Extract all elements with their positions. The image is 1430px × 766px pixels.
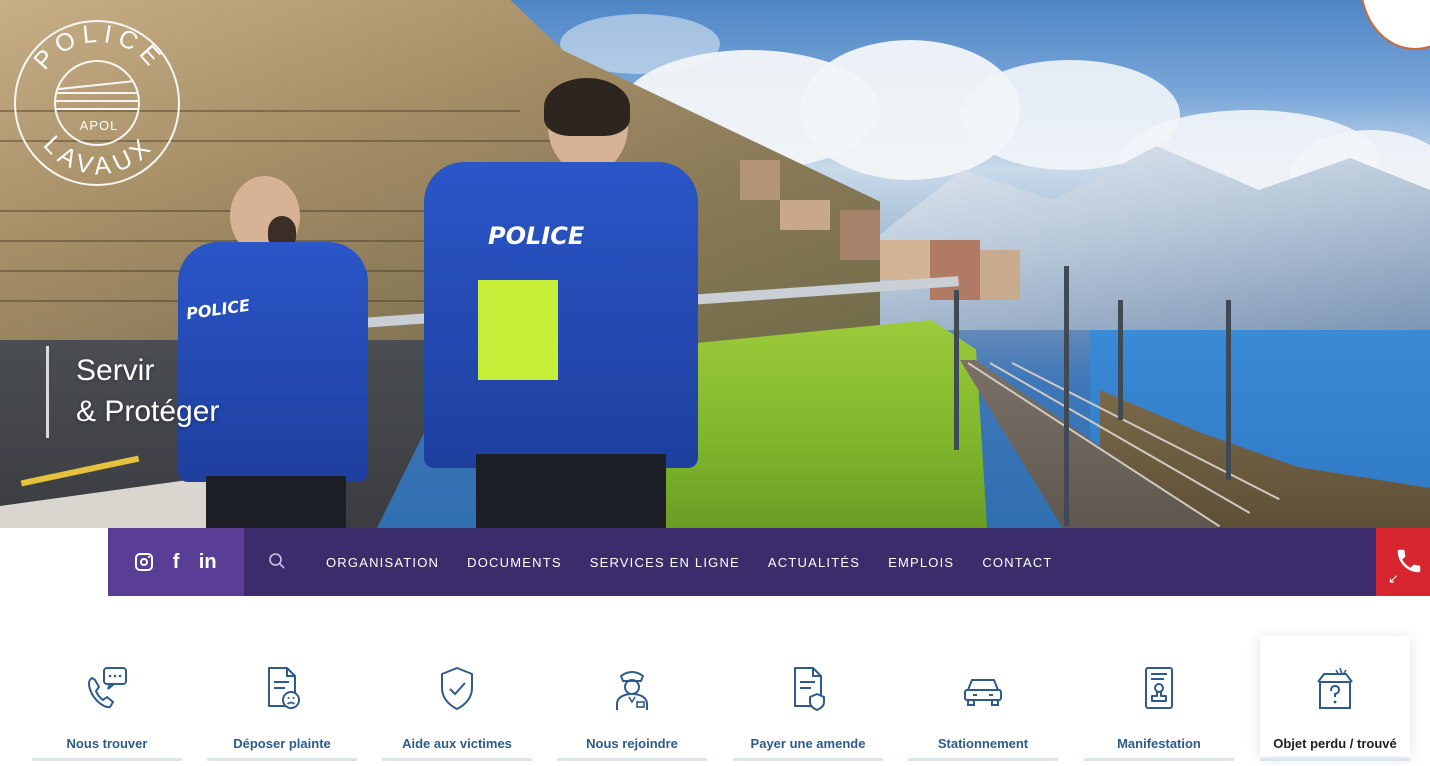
quick-link-label: Aide aux victimes — [402, 736, 512, 751]
quick-link-label: Nous trouver — [66, 736, 148, 751]
quick-link-underline — [1084, 758, 1234, 761]
lost-box-icon — [1317, 667, 1353, 709]
logo-apol: APOL — [79, 118, 119, 133]
quick-link-aide-aux-victimes[interactable]: Aide aux victimes — [382, 636, 532, 761]
complaint-document-icon — [268, 667, 300, 709]
nav-services-en-ligne[interactable]: SERVICES EN LIGNE — [590, 555, 740, 570]
quick-link-deposer-plainte[interactable]: Déposer plainte — [207, 636, 357, 761]
search-icon[interactable] — [268, 552, 286, 570]
nav-contact[interactable]: CONTACT — [982, 555, 1052, 570]
main-navigation: f in ORGANISATION DOCUMENTS SERVICES EN … — [108, 528, 1376, 596]
phone-chat-icon — [88, 667, 127, 709]
slogan-line2: & Protéger — [76, 395, 220, 428]
quick-link-underline — [382, 758, 532, 761]
linkedin-icon[interactable]: in — [199, 551, 217, 574]
officer-right-label: POLICE — [488, 222, 585, 250]
facebook-icon[interactable]: f — [173, 551, 180, 574]
hero-banner: POLICE POLICE Servir & Protéger — [0, 0, 1430, 528]
nav-actualites[interactable]: ACTUALITÉS — [768, 555, 860, 570]
document-shield-icon — [794, 667, 825, 711]
quick-link-underline — [557, 758, 707, 761]
officer-left: POLICE — [178, 176, 378, 528]
slogan-bar — [46, 346, 49, 438]
nav-emplois[interactable]: EMPLOIS — [888, 555, 954, 570]
social-links: f in — [108, 528, 244, 596]
shield-check-icon — [441, 667, 473, 710]
slogan-line1: Servir — [76, 354, 155, 387]
quick-link-underline — [733, 758, 883, 761]
phone-arrow: ↙ — [1388, 572, 1399, 587]
quick-link-nous-trouver[interactable]: Nous trouver — [32, 636, 182, 761]
nav-documents[interactable]: DOCUMENTS — [467, 555, 562, 570]
nav-organisation[interactable]: ORGANISATION — [326, 555, 439, 570]
quick-link-nous-rejoindre[interactable]: Nous rejoindre — [557, 636, 707, 761]
quick-link-manifestation[interactable]: Manifestation — [1084, 636, 1234, 761]
instagram-icon[interactable] — [135, 553, 154, 571]
officer-right: POLICE — [424, 78, 710, 528]
quick-link-label: Payer une amende — [750, 736, 866, 751]
phone-button[interactable]: ↙ — [1376, 528, 1430, 596]
police-lavaux-logo[interactable]: POLICE LAVAUX APOL — [14, 20, 180, 186]
quick-link-payer-une-amende[interactable]: Payer une amende — [733, 636, 883, 761]
quick-link-label: Déposer plainte — [233, 736, 331, 751]
quick-link-label: Manifestation — [1117, 736, 1201, 751]
quick-link-underline — [32, 758, 182, 761]
car-icon — [964, 679, 1002, 706]
logo-inner-circle: APOL — [54, 60, 140, 146]
quick-link-label: Stationnement — [937, 736, 1029, 751]
quick-link-stationnement[interactable]: Stationnement — [908, 636, 1058, 761]
quick-link-label: Nous rejoindre — [586, 736, 678, 751]
quick-link-label: Objet perdu / trouvé — [1273, 736, 1397, 751]
quick-link-underline — [207, 758, 357, 761]
stamp-document-icon — [1145, 667, 1173, 709]
quick-link-underline — [908, 758, 1058, 761]
nav-menu: ORGANISATION DOCUMENTS SERVICES EN LIGNE… — [326, 528, 1053, 596]
quick-link-objet-perdu-trouve[interactable]: Objet perdu / trouvé — [1260, 636, 1410, 761]
quick-links: Nous trouver Déposer plainte Aide aux vi… — [0, 596, 1430, 766]
police-officer-icon — [616, 671, 648, 710]
quick-link-underline — [1260, 758, 1410, 761]
